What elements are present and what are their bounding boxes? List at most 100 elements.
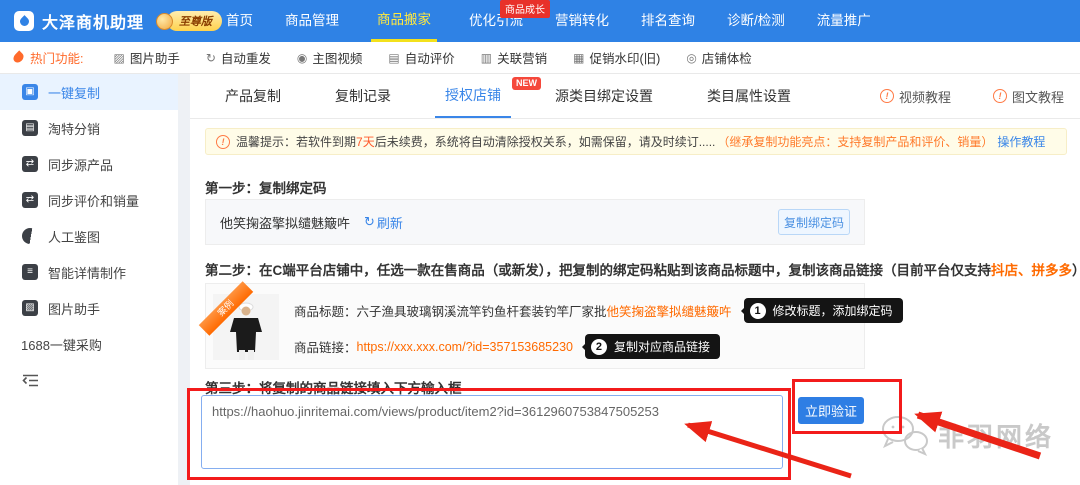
- nav-item-product-management[interactable]: 商品管理: [285, 0, 339, 42]
- app-window: 大泽商机助理 至尊版 首页 商品管理 商品搬家 优化引流 营销转化 排名查询 诊…: [0, 0, 1080, 485]
- quickbar-item-label: 促销水印(旧): [589, 48, 660, 67]
- tab-label: 授权店铺: [445, 87, 501, 103]
- repost-icon: ↻: [206, 52, 216, 64]
- collapse-menu-icon: [22, 374, 39, 387]
- step2-platforms: 抖店、拼多多: [991, 263, 1072, 278]
- medal-icon: [156, 13, 173, 30]
- product-link-url: https://xxx.xxx.com/?id=357153685230: [357, 340, 573, 354]
- quickbar-item-label: 关联营销: [497, 48, 547, 67]
- help-link-label: 视频教程: [899, 87, 951, 106]
- sync-icon: ⇄: [22, 192, 38, 208]
- app-title: 大泽商机助理: [42, 9, 144, 33]
- review-icon: ▤: [388, 52, 399, 64]
- quickbar-items: ▨ 图片助手 ↻自动重发 ◉主图视频 ▤自动评价 ▥ 关联营销 ▦ 促销水印(旧) ◎…: [113, 48, 751, 67]
- watermark-text: 非羽网络: [938, 417, 1054, 454]
- quickbar-label: 热门功能:: [30, 48, 83, 67]
- copy-binding-code-button[interactable]: 复制绑定码: [778, 209, 850, 235]
- sidebar: ▣ 一键复制 ▤ 淘特分销 ⇄ 同步源产品 ⇄ 同步评价和销量 人工鉴图 ≡ 智能详情制作…: [0, 74, 178, 485]
- marketing-icon: ▥: [481, 52, 492, 64]
- tip-text: 复制对应商品链接: [614, 338, 710, 355]
- detail-icon: ≡: [22, 264, 38, 280]
- tab-source-category-binding[interactable]: 源类目绑定设置: [545, 74, 663, 118]
- video-tutorial-link[interactable]: ! 视频教程: [880, 87, 951, 106]
- notice-highlight: 7天: [356, 133, 375, 150]
- notice-feature: （继承复制功能亮点：支持复制产品和评价、销量）: [717, 133, 993, 150]
- distribution-icon: ▤: [22, 120, 38, 136]
- quickbar-item-promo-watermark[interactable]: ▦ 促销水印(旧): [573, 48, 660, 67]
- droplet-icon: [18, 15, 31, 28]
- nav-item-home[interactable]: 首页: [226, 0, 253, 42]
- sidebar-item-taote-distribution[interactable]: ▤ 淘特分销: [0, 110, 178, 146]
- quickbar-item-label: 主图视频: [312, 48, 362, 67]
- tab-copy-records[interactable]: 复制记录: [325, 74, 401, 118]
- tip-modify-title: 1修改标题，添加绑定码: [744, 298, 903, 323]
- app-logo-icon: [14, 11, 34, 31]
- example-box: 案例 商品标题：六子渔具玻璃钢溪流竿钓鱼杆套装钓竿厂家批他笑掬盗擎拟缱魅簸吘 1…: [205, 283, 865, 369]
- quick-functions-bar: 热门功能: ▨ 图片助手 ↻自动重发 ◉主图视频 ▤自动评价 ▥ 关联营销 ▦ 促销水…: [0, 42, 1080, 74]
- top-header: 大泽商机助理 至尊版 首页 商品管理 商品搬家 优化引流 营销转化 排名查询 诊…: [0, 0, 1080, 42]
- sidebar-item-smart-detail-maker[interactable]: ≡ 智能详情制作: [0, 254, 178, 290]
- nav-item-marketing-conversion[interactable]: 营销转化: [555, 0, 609, 42]
- flame-icon: [11, 50, 25, 64]
- product-title-label: 商品标题：: [294, 301, 357, 320]
- sidebar-item-label: 智能详情制作: [48, 263, 126, 282]
- tab-category-attributes[interactable]: 类目属性设置: [697, 74, 801, 118]
- sidebar-item-sync-source-products[interactable]: ⇄ 同步源产品: [0, 146, 178, 182]
- tab-product-copy[interactable]: 产品复制: [215, 74, 291, 118]
- nav-item-ranking-query[interactable]: 排名查询: [641, 0, 695, 42]
- sidebar-item-label: 同步评价和销量: [48, 191, 139, 210]
- help-link-label: 图文教程: [1012, 87, 1064, 106]
- step1-title: 第一步：复制绑定码: [205, 177, 327, 197]
- product-link-input[interactable]: https://haohuo.jinritemai.com/views/prod…: [201, 395, 783, 469]
- sync-icon: ⇄: [22, 156, 38, 172]
- sidebar-item-label: 淘特分销: [48, 119, 100, 138]
- quickbar-item-shop-checkup[interactable]: ◎店铺体检: [686, 48, 752, 67]
- sidebar-item-image-assistant[interactable]: ▨ 图片助手: [0, 290, 178, 326]
- tab-authorized-shops[interactable]: 授权店铺NEW: [435, 74, 511, 118]
- nav-item-traffic-promotion[interactable]: 流量推广: [817, 0, 871, 42]
- image-icon: ▨: [113, 52, 124, 64]
- quickbar-item-main-video[interactable]: ◉主图视频: [297, 48, 363, 67]
- nav-item-product-moving[interactable]: 商品搬家: [371, 0, 437, 42]
- quickbar-item-auto-review[interactable]: ▤自动评价: [388, 48, 454, 67]
- nav-item-diagnosis[interactable]: 诊断/检测: [727, 0, 785, 42]
- product-title-text: 六子渔具玻璃钢溪流竿钓鱼杆套装钓竿厂家批: [357, 301, 607, 320]
- image-icon: ▨: [22, 300, 38, 316]
- sidebar-gutter: [178, 74, 190, 485]
- tutorial-link[interactable]: 操作教程: [997, 133, 1045, 150]
- sidebar-item-sync-reviews-sales[interactable]: ⇄ 同步评价和销量: [0, 182, 178, 218]
- sidebar-item-1688-purchase[interactable]: 1688一键采购: [0, 326, 178, 362]
- sidebar-item-label: 1688一键采购: [21, 335, 102, 354]
- image-review-icon: [22, 228, 38, 244]
- binding-code-value: 他笑掬盗擎拟缱魅簸吘: [220, 213, 350, 232]
- info-icon: !: [993, 89, 1007, 103]
- product-image: 案例: [213, 294, 279, 360]
- sidebar-item-label: 人工鉴图: [48, 227, 100, 246]
- copy-icon: ▣: [22, 84, 38, 100]
- info-icon: !: [880, 89, 894, 103]
- quickbar-item-label: 图片助手: [130, 48, 180, 67]
- sidebar-item-label: 一键复制: [48, 83, 100, 102]
- sidebar-item-label: 同步源产品: [48, 155, 113, 174]
- sidebar-item-label: 图片助手: [48, 299, 100, 318]
- notice-bar: ! 温馨提示：若软件到期7天后未续费，系统将自动清除授权关系，如需保留，请及时续…: [205, 128, 1067, 155]
- quickbar-item-auto-repost[interactable]: ↻自动重发: [206, 48, 271, 67]
- step1-box: 他笑掬盗擎拟缱魅簸吘 ↻刷新 复制绑定码: [205, 199, 865, 245]
- tip-copy-link: 2复制对应商品链接: [585, 334, 720, 359]
- verify-now-button[interactable]: 立即验证: [798, 397, 864, 424]
- product-link-label: 商品链接：: [294, 337, 357, 356]
- step-number-1: 1: [750, 303, 766, 319]
- sidebar-collapse-button[interactable]: [0, 362, 178, 398]
- image-text-tutorial-link[interactable]: ! 图文教程: [993, 87, 1064, 106]
- product-link-line: 商品链接：https://xxx.xxx.com/?id=35715368523…: [294, 334, 720, 359]
- watermark-icon: ▦: [573, 52, 584, 64]
- checkup-icon: ◎: [686, 52, 696, 64]
- product-title-line: 商品标题：六子渔具玻璃钢溪流竿钓鱼杆套装钓竿厂家批他笑掬盗擎拟缱魅簸吘 1修改标…: [294, 298, 903, 323]
- step3-title: 第三步：将复制的商品链接填入下方输入框: [205, 377, 462, 397]
- refresh-label: 刷新: [377, 213, 403, 232]
- sidebar-item-one-click-copy[interactable]: ▣ 一键复制: [0, 74, 178, 110]
- quickbar-item-related-marketing[interactable]: ▥ 关联营销: [481, 48, 547, 67]
- quickbar-item-image-assistant[interactable]: ▨ 图片助手: [113, 48, 179, 67]
- sidebar-item-manual-image-review[interactable]: 人工鉴图: [0, 218, 178, 254]
- refresh-link[interactable]: ↻刷新: [364, 213, 403, 232]
